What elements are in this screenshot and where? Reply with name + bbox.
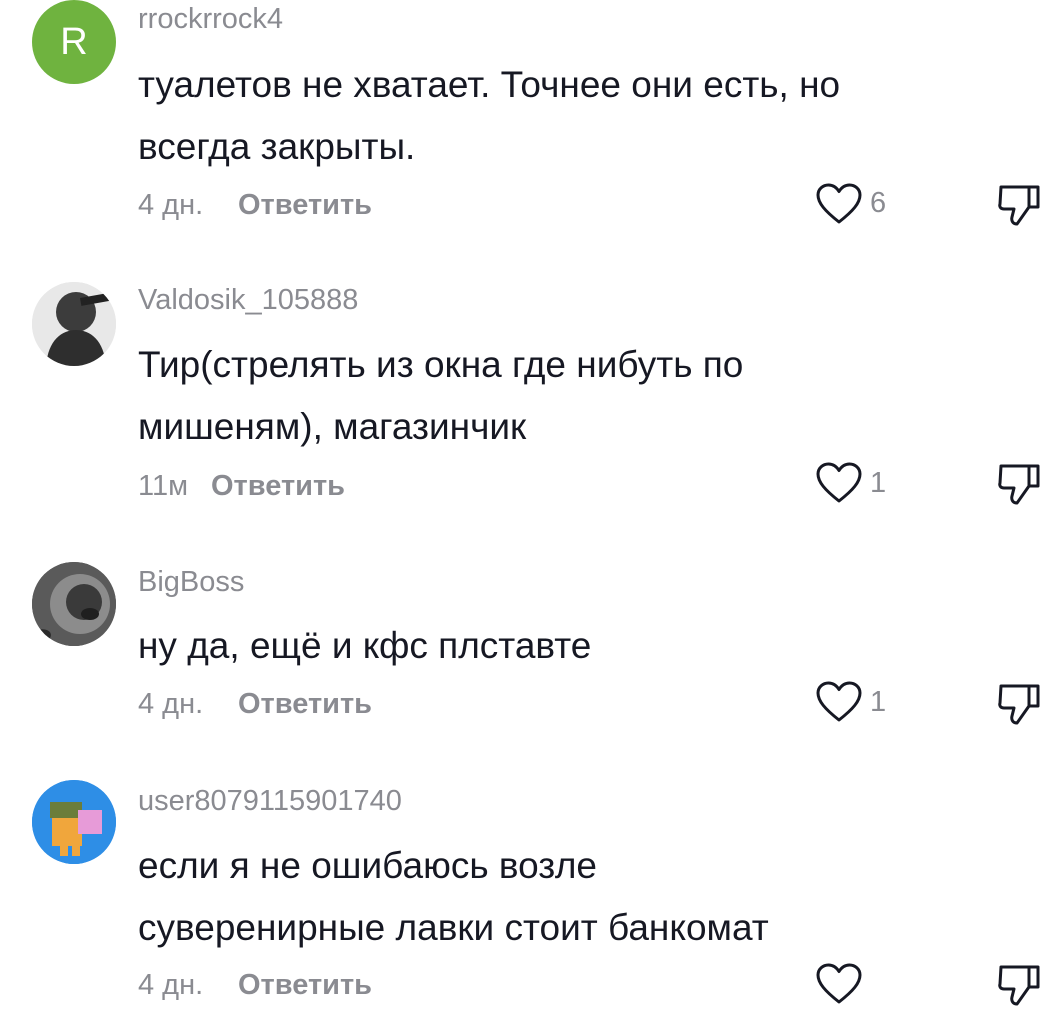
thumbs-down-icon[interactable] xyxy=(995,961,1043,1009)
reply-button[interactable]: Ответить xyxy=(238,189,372,222)
comment-text: ну да, ещё и кфс плставте xyxy=(138,615,958,677)
comment-item: Valdosik_105888 Тир(стрелять из окна где… xyxy=(0,280,1051,540)
reply-button[interactable]: Ответить xyxy=(238,688,372,721)
avatar-image xyxy=(32,780,116,864)
comment-text-line: туалетов не хватает. Точнее они есть, но xyxy=(138,64,841,105)
comment-text-line: мишеням), магазинчик xyxy=(138,406,527,447)
thumbs-down-icon[interactable] xyxy=(995,181,1043,229)
thumbs-down-icon[interactable] xyxy=(995,680,1043,728)
comment-text: туалетов не хватает. Точнее они есть, но… xyxy=(138,54,958,178)
comment-item: user8079115901740 если я не ошибаюсь воз… xyxy=(0,780,1051,1034)
avatar-letter: R xyxy=(60,20,88,63)
avatar-image xyxy=(32,282,116,366)
comment-text: если я не ошибаюсь возле суверенирные ла… xyxy=(138,835,958,959)
heart-outline-icon[interactable] xyxy=(815,461,863,505)
username[interactable]: rrockrrock4 xyxy=(138,3,283,36)
avatar[interactable] xyxy=(32,780,116,864)
avatar[interactable]: R xyxy=(32,0,116,84)
avatar-image xyxy=(32,562,116,646)
username[interactable]: BigBoss xyxy=(138,566,244,599)
comment-time: 4 дн. xyxy=(138,189,204,221)
comment-text-line: ну да, ещё и кфс плставте xyxy=(138,625,592,666)
avatar[interactable] xyxy=(32,282,116,366)
comment-text: Тир(стрелять из окна где нибуть по мишен… xyxy=(138,334,958,458)
comment-time: 4 дн. xyxy=(138,688,204,720)
reply-button[interactable]: Ответить xyxy=(211,470,345,503)
comment-time: 11м xyxy=(138,470,189,502)
reply-button[interactable]: Ответить xyxy=(238,969,372,1002)
comment-item: BigBoss ну да, ещё и кфс плставте 4 дн. … xyxy=(0,560,1051,760)
username[interactable]: user8079115901740 xyxy=(138,785,402,818)
comment-item: R rrockrrock4 туалетов не хватает. Точне… xyxy=(0,0,1051,260)
comment-text-line: Тир(стрелять из окна где нибуть по xyxy=(138,344,744,385)
comment-time: 4 дн. xyxy=(138,969,204,1001)
comment-text-line: суверенирные лавки стоит банкомат xyxy=(138,907,769,948)
heart-outline-icon[interactable] xyxy=(815,962,863,1006)
comment-text-line: если я не ошибаюсь возле xyxy=(138,845,597,886)
like-count: 1 xyxy=(870,686,887,718)
comment-text-line: всегда закрыты. xyxy=(138,126,416,167)
thumbs-down-icon[interactable] xyxy=(995,460,1043,508)
username[interactable]: Valdosik_105888 xyxy=(138,284,358,317)
like-count: 6 xyxy=(870,187,887,219)
heart-outline-icon[interactable] xyxy=(815,680,863,724)
avatar[interactable] xyxy=(32,562,116,646)
like-count: 1 xyxy=(870,467,887,499)
heart-outline-icon[interactable] xyxy=(815,182,863,226)
